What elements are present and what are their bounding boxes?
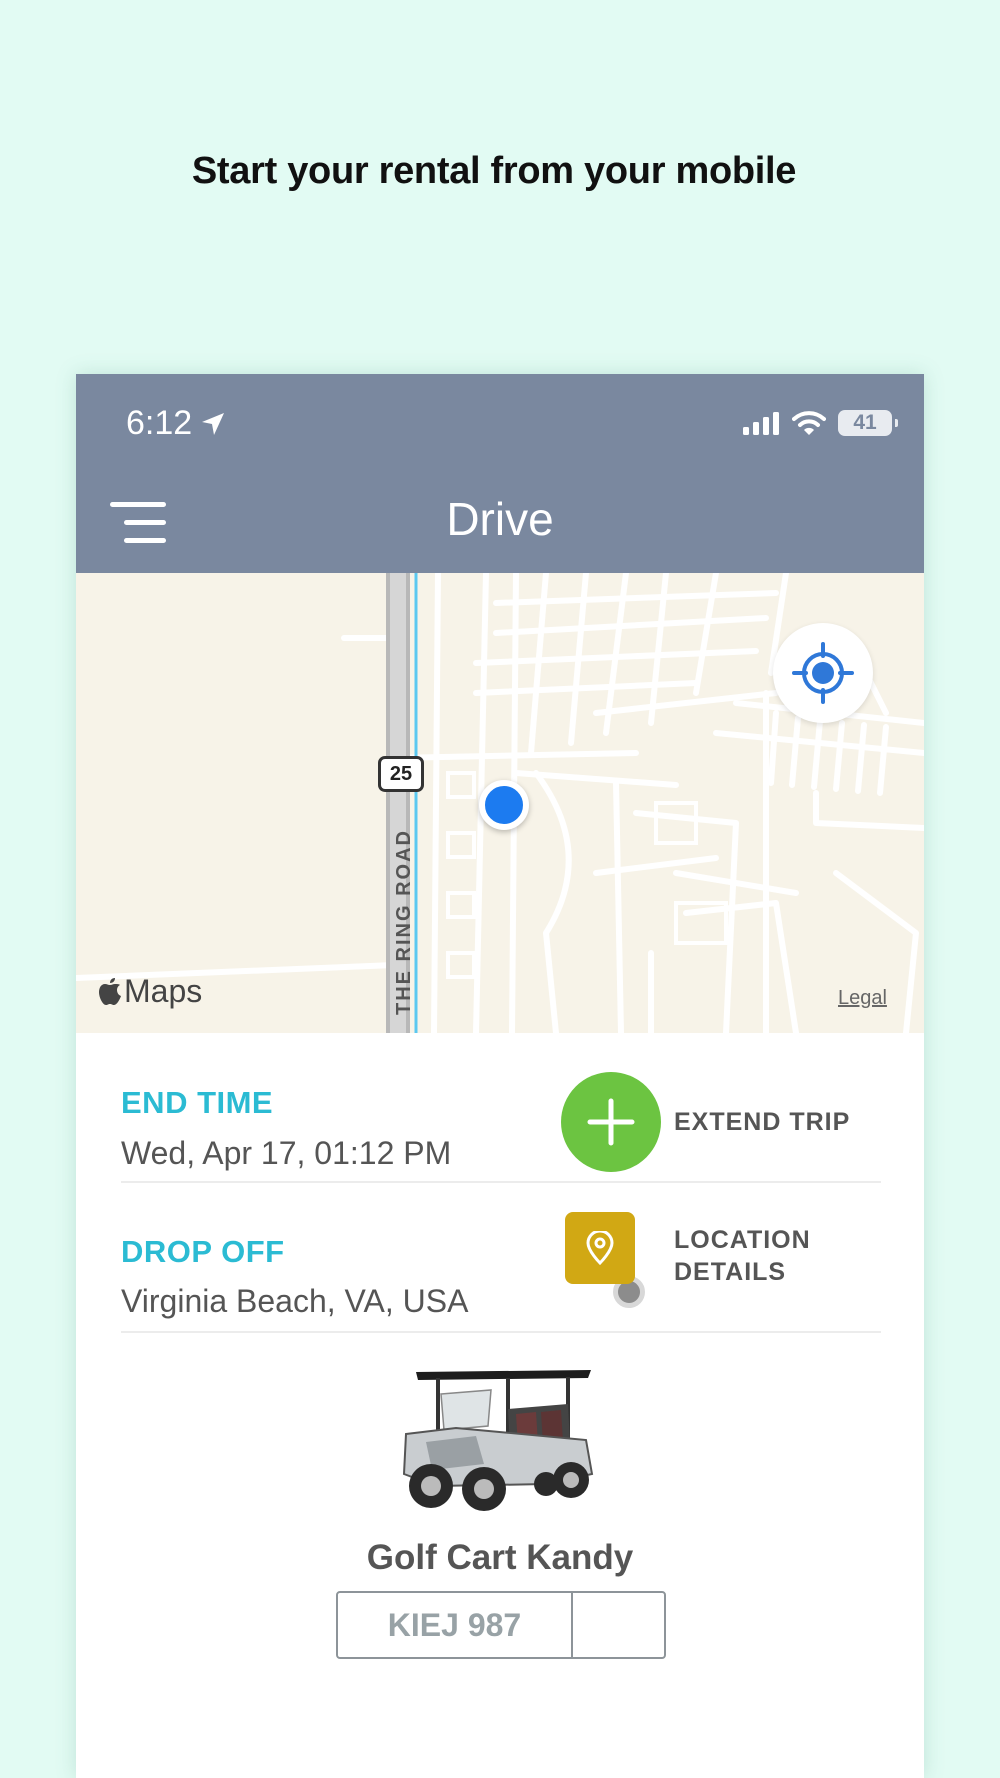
drop-off-label: DROP OFF — [121, 1234, 285, 1269]
drop-off-row: DROP OFF Virginia Beach, VA, USA LOCATIO… — [121, 1183, 881, 1333]
wifi-icon — [792, 411, 826, 435]
battery-icon: 41 — [838, 410, 898, 436]
location-details-line2: DETAILS — [674, 1258, 787, 1286]
location-details-button[interactable]: LOCATION DETAILS — [561, 1206, 811, 1308]
highway-shield: 25 — [378, 756, 424, 792]
plus-icon — [587, 1098, 635, 1146]
maps-logo-text: Maps — [124, 973, 203, 1009]
end-time-label: END TIME — [121, 1085, 274, 1120]
location-arrow-icon — [202, 412, 225, 435]
status-icons: 41 — [742, 410, 898, 436]
map-view[interactable]: 25 THE RING ROAD Maps Legal — [76, 573, 924, 1033]
locate-me-icon — [792, 642, 854, 704]
extend-trip-label[interactable]: EXTEND TRIP — [674, 1106, 850, 1138]
vehicle-name: Golf Cart Kandy — [366, 1538, 634, 1577]
location-details-label[interactable]: LOCATION DETAILS — [674, 1224, 811, 1288]
location-details-line1: LOCATION — [674, 1226, 811, 1254]
road-label: THE RING ROAD — [393, 829, 415, 1015]
maps-attribution: Maps — [98, 973, 202, 1010]
extend-trip-circle[interactable] — [561, 1072, 661, 1172]
location-pin-tile — [565, 1212, 635, 1284]
end-time-value: Wed, Apr 17, 01:12 PM — [121, 1135, 452, 1171]
signal-icon — [743, 412, 779, 435]
phone-screen: 6:12 41 Drive 25 THE RING ROAD Maps Lega… — [76, 374, 924, 1778]
location-details-icon-box[interactable] — [561, 1206, 661, 1308]
extend-trip-button[interactable]: EXTEND TRIP — [561, 1072, 850, 1172]
user-location-marker — [479, 780, 529, 830]
apple-logo-icon — [99, 977, 121, 1005]
status-time: 6:12 — [126, 404, 226, 443]
license-plate-state — [573, 1593, 664, 1657]
status-time-text: 6:12 — [126, 404, 193, 442]
drop-off-value: Virginia Beach, VA, USA — [121, 1283, 469, 1319]
license-plate: KIEJ 987 — [336, 1591, 666, 1659]
app-header: 6:12 41 Drive — [76, 374, 924, 573]
golf-cart-image — [402, 1370, 594, 1511]
promo-title: Start your rental from your mobile — [191, 150, 797, 192]
legal-link[interactable]: Legal — [838, 987, 887, 1010]
license-plate-number: KIEJ 987 — [338, 1593, 573, 1657]
page-title: Drive — [446, 493, 554, 545]
locate-me-button[interactable] — [773, 623, 873, 723]
end-time-row: END TIME Wed, Apr 17, 01:12 PM EXTEND TR… — [121, 1033, 881, 1183]
location-pin-icon — [586, 1231, 614, 1265]
